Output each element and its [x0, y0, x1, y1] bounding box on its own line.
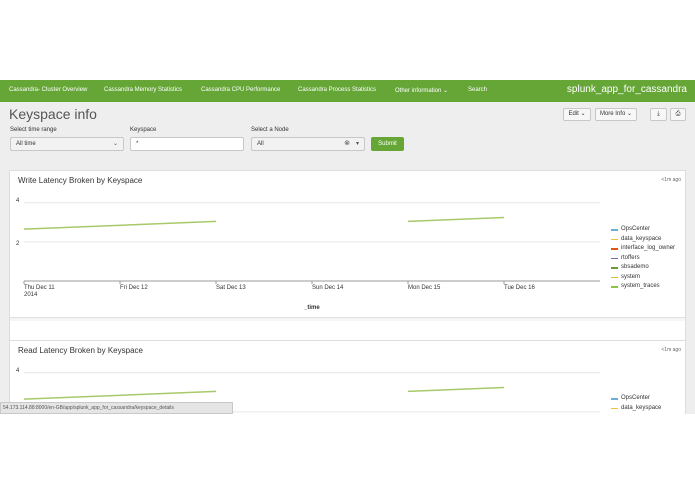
- print-button[interactable]: ⎙: [670, 108, 686, 121]
- node-label: Select a Node: [251, 127, 289, 133]
- node-select[interactable]: All ⊗ ▾: [251, 137, 365, 151]
- export-button[interactable]: ⤓: [650, 108, 667, 121]
- nav-cluster-overview[interactable]: Cassandra- Cluster Overview: [9, 87, 87, 93]
- print-icon: ⎙: [675, 111, 681, 117]
- series-line-system_traces[interactable]: [23, 390, 217, 400]
- x-axis-label: _time: [304, 305, 320, 311]
- x-tick: Sun Dec 14: [312, 285, 344, 291]
- clear-icon[interactable]: ⊗: [344, 138, 350, 150]
- time-range-select[interactable]: All time ⌄: [10, 137, 124, 151]
- legend-item[interactable]: OpsCenter: [611, 225, 675, 235]
- panel-resize-handle[interactable]: [10, 317, 685, 321]
- x-tick: Mon Dec 15: [408, 285, 441, 291]
- nav-other-information[interactable]: Other information ⌄: [395, 87, 448, 94]
- page-title: Keyspace info: [9, 106, 97, 122]
- nav-cpu-performance[interactable]: Cassandra CPU Performance: [201, 87, 280, 93]
- legend: OpsCenter data_keyspace interface_log_ow…: [611, 225, 675, 292]
- keyspace-label: Keyspace: [130, 127, 157, 133]
- plot-lines: [23, 202, 600, 284]
- x-tick: Fri Dec 12: [120, 285, 148, 291]
- edit-button[interactable]: Edit ⌄: [563, 108, 591, 121]
- chevron-down-icon: ▾: [355, 141, 359, 147]
- legend-item[interactable]: system: [611, 273, 675, 283]
- legend-item[interactable]: system_traces: [611, 282, 675, 292]
- time-range-value: All time: [16, 141, 36, 147]
- series-line-system_traces[interactable]: [407, 216, 505, 223]
- nav-search[interactable]: Search: [468, 87, 487, 93]
- series-line-system_traces[interactable]: [407, 386, 505, 393]
- legend-item[interactable]: sbsademo: [611, 263, 675, 273]
- legend: OpsCenter data_keyspace: [611, 394, 661, 413]
- x-tick: Thu Dec 11 2014: [24, 285, 55, 298]
- app-window: Cassandra- Cluster Overview Cassandra Me…: [0, 80, 695, 414]
- series-line-system_traces[interactable]: [23, 220, 217, 230]
- x-tick: Sat Dec 13: [216, 285, 246, 291]
- keyspace-value: *: [136, 141, 139, 147]
- keyspace-input[interactable]: *: [130, 137, 244, 151]
- status-bar-url: 54.173.114.88:8000/en-GB/app/splunk_app_…: [0, 402, 233, 414]
- legend-item[interactable]: data_keyspace: [611, 235, 675, 245]
- nav-process-statistics[interactable]: Cassandra Process Statistics: [298, 87, 376, 93]
- legend-item[interactable]: OpsCenter: [611, 394, 661, 404]
- node-value: All: [257, 141, 264, 147]
- time-range-label: Select time range: [10, 127, 57, 133]
- app-brand[interactable]: splunk_app_for_cassandra: [567, 84, 687, 95]
- more-info-button[interactable]: More Info ⌄: [595, 108, 637, 121]
- submit-button[interactable]: Submit: [371, 137, 404, 151]
- chevron-down-icon: ⌄: [112, 141, 118, 147]
- nav-memory-statistics[interactable]: Cassandra Memory Statistics: [104, 87, 182, 93]
- legend-item[interactable]: rtoffers: [611, 254, 675, 264]
- legend-item[interactable]: interface_log_owner: [611, 244, 675, 254]
- download-icon: ⤓: [657, 111, 660, 117]
- top-navbar: Cassandra- Cluster Overview Cassandra Me…: [0, 80, 695, 102]
- x-tick: Tue Dec 16: [504, 285, 535, 291]
- legend-item[interactable]: data_keyspace: [611, 404, 661, 414]
